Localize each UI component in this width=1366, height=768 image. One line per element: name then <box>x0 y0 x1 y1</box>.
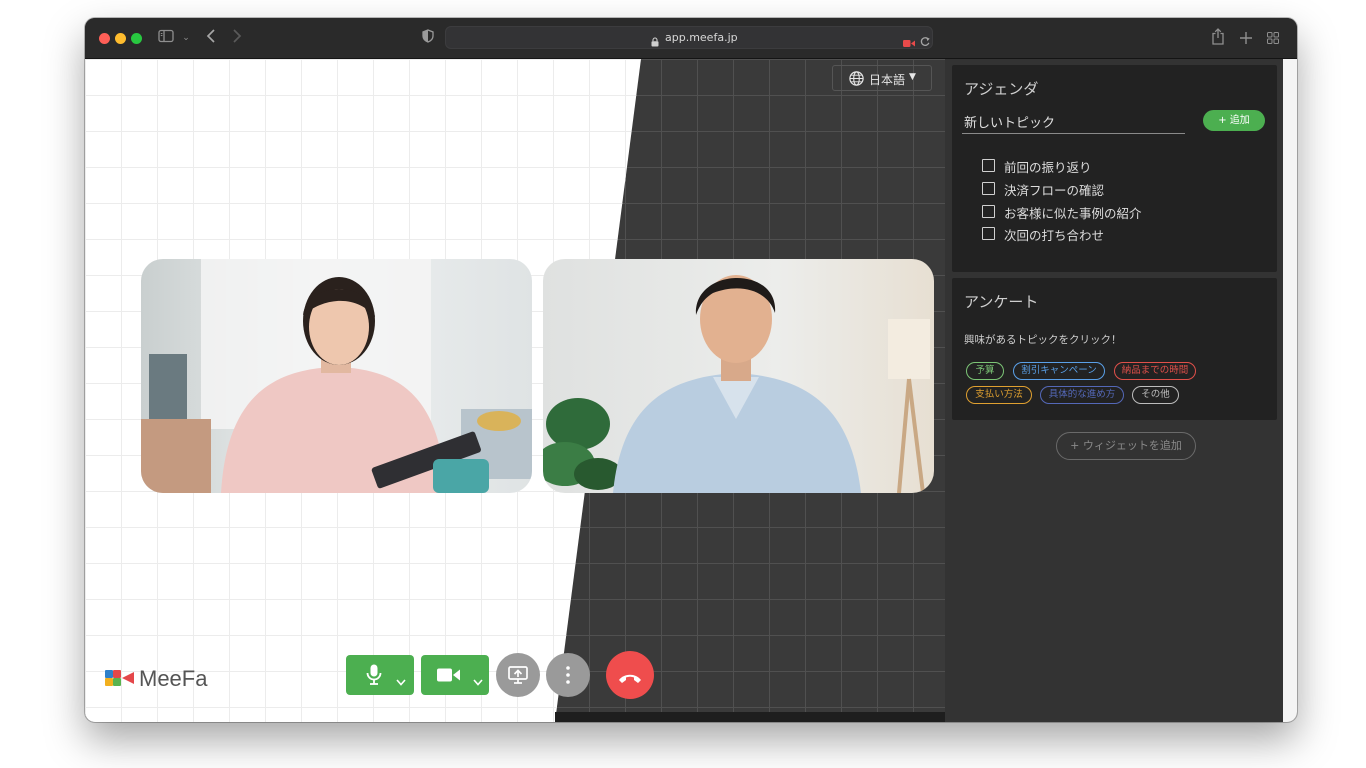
checkbox[interactable] <box>982 159 995 172</box>
checkbox[interactable] <box>982 182 995 195</box>
meefa-logo-icon <box>105 670 134 686</box>
agenda-card: アジェンダ 新しいトピック + 追加 前回の振り返り 決済フローの確認 お客様に… <box>952 65 1277 272</box>
page-scrollbar[interactable] <box>1283 59 1297 722</box>
agenda-item-label: 前回の振り返り <box>1004 160 1092 175</box>
privacy-shield-icon[interactable] <box>420 28 436 48</box>
more-options-button[interactable] <box>546 653 590 697</box>
agenda-topic-input-value: 新しいトピック <box>964 116 1056 131</box>
stage-bottom-bar <box>555 712 945 722</box>
survey-tag[interactable]: 予算 <box>966 362 1004 380</box>
agenda-item-label: 次回の打ち合わせ <box>1004 228 1105 243</box>
minimize-window-button[interactable] <box>115 33 126 44</box>
participant-video-1-image <box>141 259 532 493</box>
zoom-window-button[interactable] <box>131 33 142 44</box>
agenda-item-label: 決済フローの確認 <box>1004 183 1105 198</box>
checkbox[interactable] <box>982 227 995 240</box>
more-vertical-icon <box>566 666 570 688</box>
survey-tag[interactable]: 具体的な進め方 <box>1040 386 1124 404</box>
camera-options-chevron-icon[interactable] <box>473 671 483 690</box>
address-bar[interactable]: app.meefa.jp <box>445 26 933 49</box>
back-arrow-icon[interactable] <box>203 28 219 48</box>
chevron-down-icon[interactable]: ⌄ <box>181 28 191 48</box>
share-icon[interactable] <box>1211 28 1225 49</box>
browser-window: ⌄ app.meefa.jp 日本語 ▼ MeeFa アジェンダ 新しいトピック… <box>85 18 1297 722</box>
url-text: app.meefa.jp <box>665 31 738 44</box>
checkbox[interactable] <box>982 205 995 218</box>
phone-hangup-icon <box>618 669 642 688</box>
participant-video-1[interactable] <box>141 259 532 493</box>
widget-sidebar: アジェンダ 新しいトピック + 追加 前回の振り返り 決済フローの確認 お客様に… <box>945 59 1283 722</box>
screen-share-button[interactable] <box>496 653 540 697</box>
survey-title: アンケート <box>964 293 1039 311</box>
globe-icon <box>849 71 864 89</box>
agenda-title: アジェンダ <box>964 80 1039 98</box>
close-window-button[interactable] <box>99 33 110 44</box>
lock-icon <box>651 32 659 51</box>
language-selector[interactable]: 日本語 ▼ <box>832 65 932 91</box>
agenda-topic-input[interactable]: 新しいトピック <box>962 109 1185 134</box>
language-label: 日本語 <box>869 73 906 87</box>
participant-video-2-image <box>543 259 934 493</box>
survey-card: アンケート 興味があるトピックをクリック！ 予算 割引キャンペーン 納品までの時… <box>952 278 1277 420</box>
camera-button[interactable] <box>421 655 489 695</box>
screen-share-icon <box>508 665 528 689</box>
microphone-button[interactable] <box>346 655 414 695</box>
caret-down-icon: ▼ <box>909 72 916 82</box>
tab-overview-icon[interactable] <box>1267 29 1279 48</box>
browser-toolbar: ⌄ app.meefa.jp <box>85 18 1297 59</box>
meeting-stage: 日本語 ▼ MeeFa アジェンダ 新しいトピック + 追加 前回の振り返り 決… <box>85 59 1283 722</box>
participant-video-2[interactable] <box>543 259 934 493</box>
survey-prompt: 興味があるトピックをクリック！ <box>964 334 1122 346</box>
microphone-options-chevron-icon[interactable] <box>396 671 406 690</box>
camera-in-use-icon[interactable] <box>903 33 915 52</box>
survey-tag[interactable]: 割引キャンペーン <box>1013 362 1105 380</box>
end-call-button[interactable] <box>606 651 654 699</box>
survey-tag[interactable]: その他 <box>1132 386 1179 404</box>
agenda-item-label: お客様に似た事例の紹介 <box>1004 206 1142 221</box>
reload-icon[interactable] <box>920 32 930 51</box>
brand-name: MeeFa <box>139 666 208 691</box>
survey-tag[interactable]: 納品までの時間 <box>1114 362 1196 380</box>
meefa-logo: MeeFa <box>103 665 223 693</box>
forward-arrow-icon[interactable] <box>229 28 245 48</box>
agenda-add-button[interactable]: + 追加 <box>1203 110 1265 131</box>
microphone-icon <box>366 664 382 690</box>
video-camera-icon <box>437 667 461 687</box>
sidebar-toggle-icon[interactable] <box>157 28 175 48</box>
survey-tag[interactable]: 支払い方法 <box>966 386 1032 404</box>
new-tab-icon[interactable] <box>1240 29 1252 48</box>
add-widget-button[interactable]: + ウィジェットを追加 <box>1056 432 1196 460</box>
